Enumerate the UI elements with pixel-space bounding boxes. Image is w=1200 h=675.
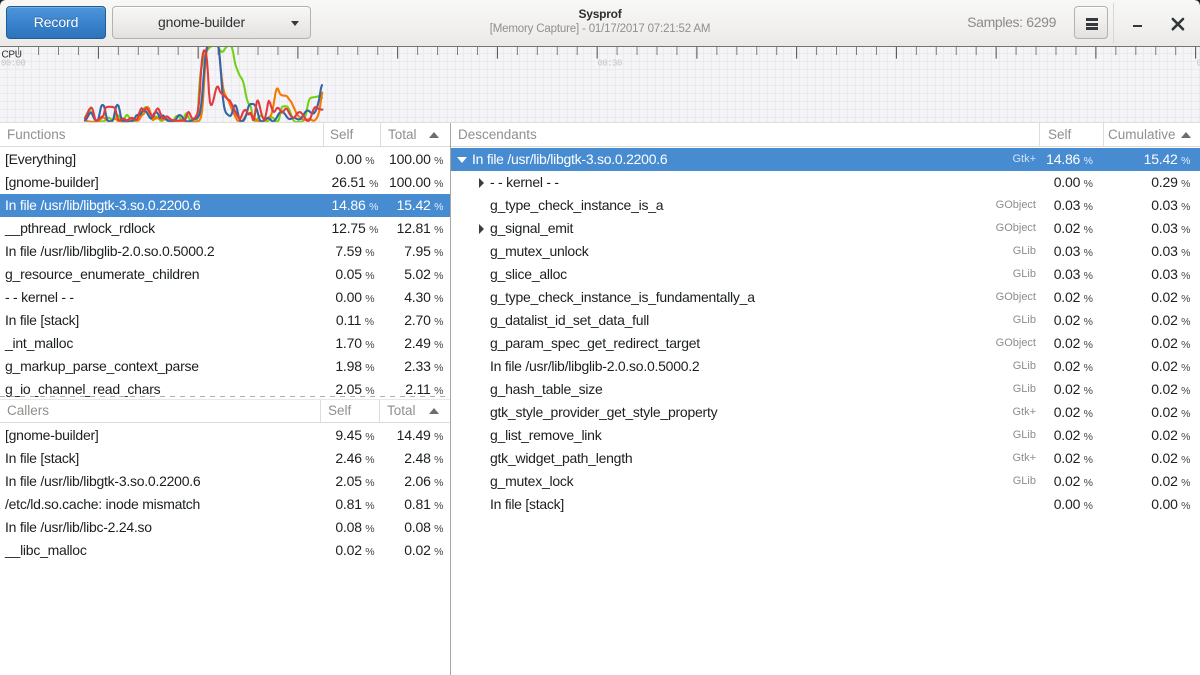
- svg-text:01:00: 01:00: [1197, 59, 1200, 69]
- svg-text:00:30: 00:30: [598, 59, 623, 69]
